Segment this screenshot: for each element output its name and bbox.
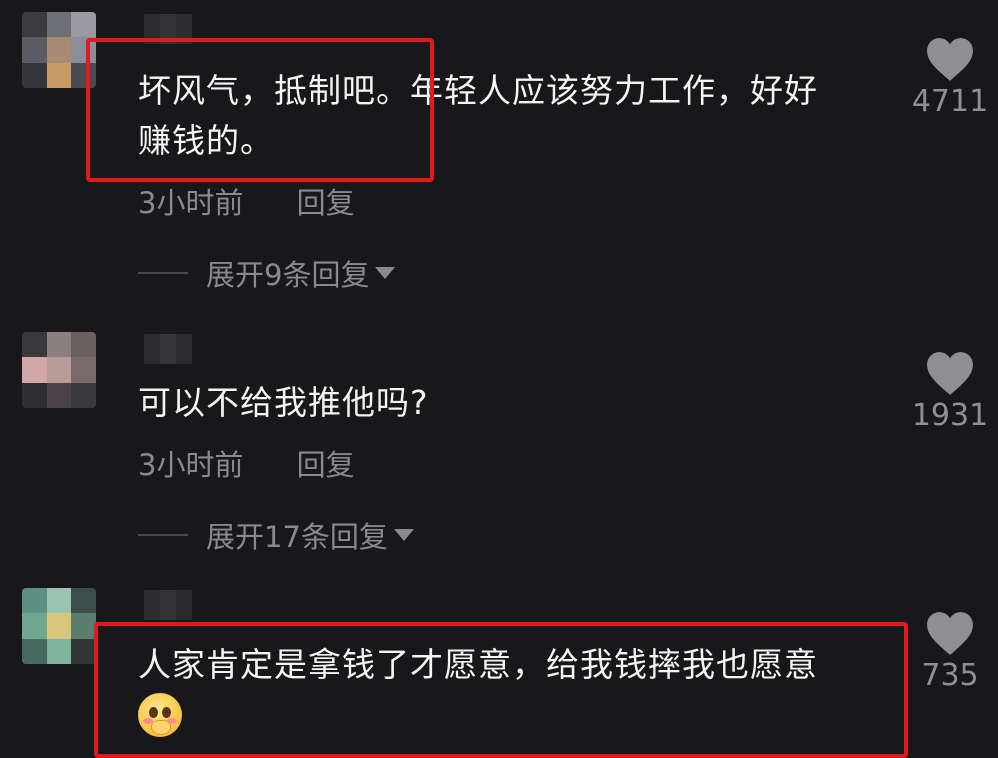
comment-meta: 3小时前 回复	[138, 442, 355, 484]
like-count: 1931	[911, 398, 989, 433]
comment-text-line: 可以不给我推他吗?	[138, 383, 429, 422]
like-count: 4711	[911, 84, 989, 119]
username-pixelated[interactable]	[144, 14, 192, 44]
timestamp: 3小时前	[138, 186, 244, 220]
heart-icon	[927, 352, 973, 395]
comment-text-line: 人家肯定是拿钱了才愿意，给我钱摔我也愿意	[138, 645, 818, 684]
comment-text: 人家肯定是拿钱了才愿意，给我钱摔我也愿意	[138, 640, 898, 740]
comment-text-line: 坏风气，抵制吧。年轻人应该努力工作，好好	[138, 71, 818, 110]
expand-replies-label: 展开9条回复	[206, 258, 370, 292]
expand-replies-label: 展开17条回复	[206, 520, 388, 554]
comment-emoji-line	[138, 690, 898, 740]
comment-text: 坏风气，抵制吧。年轻人应该努力工作，好好 赚钱的。	[138, 66, 898, 166]
reply-button[interactable]: 回复	[297, 186, 355, 220]
comment-text-line: 赚钱的。	[138, 121, 274, 160]
caret-down-icon	[375, 267, 396, 279]
heart-icon	[927, 612, 973, 655]
timestamp: 3小时前	[138, 448, 244, 482]
like-button[interactable]: 4711	[910, 36, 990, 119]
comment-meta: 3小时前 回复	[138, 180, 355, 222]
heart-icon	[927, 38, 973, 81]
reply-button[interactable]: 回复	[297, 448, 355, 482]
expand-replies-button[interactable]: 展开9条回复	[138, 252, 396, 294]
caret-down-icon	[393, 529, 414, 541]
avatar[interactable]	[22, 12, 96, 88]
divider-line	[138, 534, 188, 536]
like-count: 735	[921, 658, 979, 693]
pleading-hands-emoji	[138, 693, 182, 737]
like-button[interactable]: 735	[910, 610, 990, 693]
avatar[interactable]	[22, 332, 96, 408]
like-button[interactable]: 1931	[910, 350, 990, 433]
username-pixelated[interactable]	[144, 590, 192, 620]
expand-replies-button[interactable]: 展开17条回复	[138, 514, 414, 556]
comment-text: 可以不给我推他吗?	[138, 378, 898, 428]
avatar[interactable]	[22, 588, 96, 664]
divider-line	[138, 272, 188, 274]
username-pixelated[interactable]	[144, 334, 192, 364]
